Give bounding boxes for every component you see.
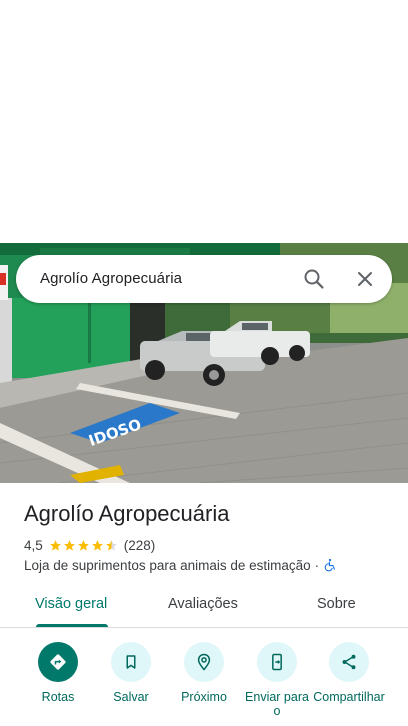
send-to-phone-button-circle[interactable] (257, 642, 297, 682)
review-count[interactable]: (228) (124, 538, 156, 553)
star-half-icon (105, 539, 117, 551)
place-category: Loja de suprimentos para animais de esti… (24, 557, 311, 573)
search-query-text[interactable]: Agrolío Agropecuária (40, 270, 182, 287)
star-icon (63, 539, 75, 551)
place-title: Agrolío Agropecuária (24, 501, 230, 526)
send-to-phone-button[interactable]: Enviar para o (239, 642, 315, 718)
share-label: Compartilhar (313, 690, 385, 704)
tab-reviews[interactable]: Avaliações (168, 596, 238, 612)
share-button-circle[interactable] (329, 642, 369, 682)
separator-dot: · (314, 557, 320, 573)
send-to-phone-icon (272, 653, 282, 671)
wheelchair-accessible-icon (324, 558, 336, 572)
search-icon[interactable] (302, 267, 326, 291)
directions-button[interactable]: Rotas (20, 642, 96, 704)
directions-label: Rotas (41, 690, 75, 704)
tab-overview[interactable]: Visão geral (35, 596, 107, 612)
rating-row[interactable]: 4,5 (228) (24, 536, 155, 554)
save-button-circle[interactable] (111, 642, 151, 682)
nearby-icon (197, 653, 211, 671)
action-buttons: Rotas Salvar Próximo Enviar para o Compa… (0, 642, 408, 726)
map-area-blank (0, 0, 408, 243)
directions-button-circle[interactable] (38, 642, 78, 682)
star-rating (49, 539, 119, 552)
save-button[interactable]: Salvar (93, 642, 169, 704)
tabs-divider (0, 627, 408, 628)
nearby-button-circle[interactable] (184, 642, 224, 682)
tab-about[interactable]: Sobre (317, 596, 356, 612)
share-button[interactable]: Compartilhar (311, 642, 387, 704)
send-to-phone-label: Enviar para o (245, 690, 309, 718)
bookmark-icon (126, 655, 136, 669)
star-icon (77, 539, 89, 551)
nearby-label: Próximo (181, 690, 227, 704)
share-icon (342, 654, 356, 670)
star-icon (49, 539, 61, 551)
star-icon (91, 539, 103, 551)
nearby-button[interactable]: Próximo (166, 642, 242, 704)
search-bar[interactable]: Agrolío Agropecuária (16, 255, 392, 303)
rating-value: 4,5 (24, 537, 43, 553)
category-row: Loja de suprimentos para animais de esti… (24, 556, 337, 574)
save-label: Salvar (113, 690, 149, 704)
place-tabs: Visão geral Avaliações Sobre (0, 586, 408, 628)
directions-icon (50, 654, 66, 670)
close-icon[interactable] (353, 267, 377, 291)
